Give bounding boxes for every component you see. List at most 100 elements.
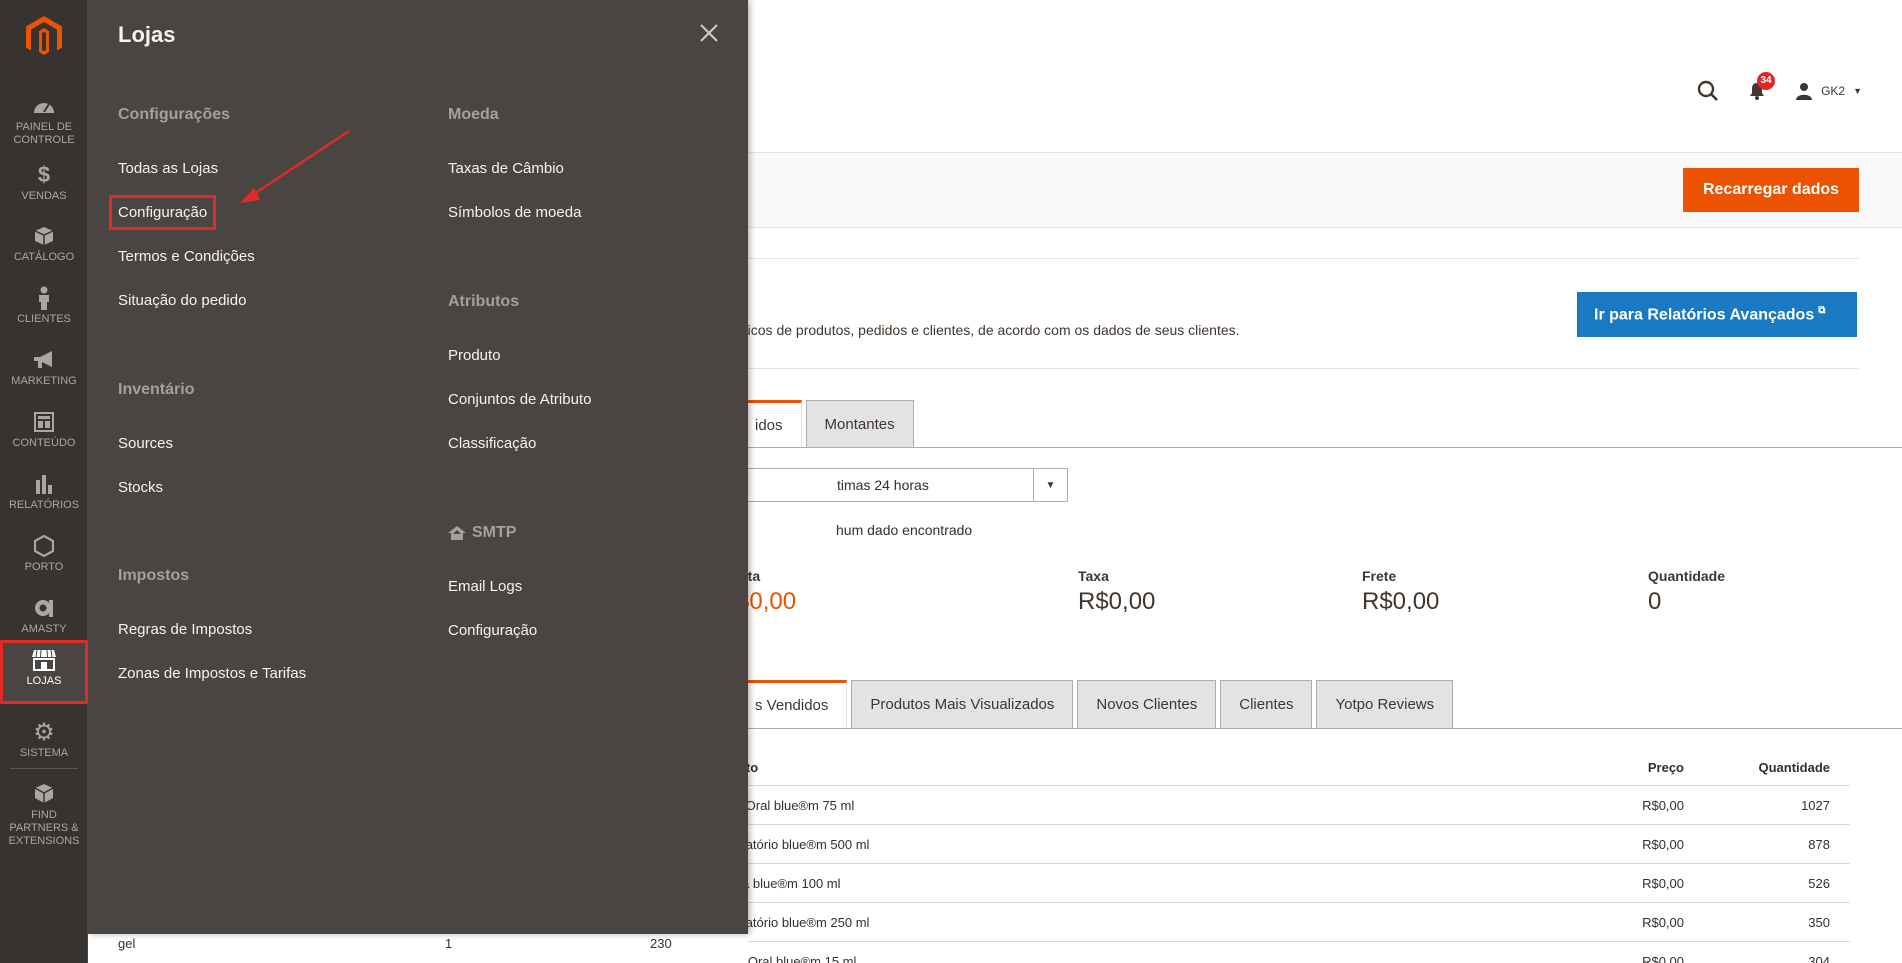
notification-count-badge: 34 — [1757, 72, 1776, 90]
submenu-title: Lojas — [118, 22, 176, 47]
smtp-house-icon — [448, 525, 466, 540]
link-smtp-configuracao[interactable]: Configuração — [448, 622, 537, 639]
link-configuracao[interactable]: Configuração — [108, 195, 217, 230]
sidebar-item-catalogo[interactable]: CATÁLOGO — [0, 216, 88, 278]
total-label: Frete — [1362, 568, 1397, 584]
cell-quantity: 1027 — [1801, 797, 1830, 813]
link-zonas-de-impostos-e-tarifas[interactable]: Zonas de Impostos e Tarifas — [118, 665, 306, 682]
link-situacao-do-pedido[interactable]: Situação do pedido — [118, 292, 246, 309]
sidebar-item-relatorios[interactable]: RELATÓRIOS — [0, 464, 88, 526]
sidebar-item-vendas[interactable]: $ VENDAS — [0, 155, 88, 217]
amasty-icon — [31, 596, 57, 620]
sidebar-item-marketing[interactable]: MARKETING — [0, 340, 88, 402]
layout-icon — [31, 410, 57, 434]
sidebar-item-dashboard[interactable]: PAINEL DE CONTROLE — [0, 86, 88, 148]
dollar-icon: $ — [37, 162, 51, 187]
sidebar-item-lojas[interactable]: LOJAS — [0, 640, 88, 704]
table-row[interactable]: me Oral blue®m 75 ml R$0,00 1027 — [700, 786, 1850, 825]
cell-product: uma blue®m 100 ml — [724, 875, 841, 891]
reload-data-button[interactable]: Recarregar dados — [1683, 168, 1859, 212]
tab-bestsellers[interactable]: s Vendidos — [736, 680, 848, 728]
link-simbolos-de-moeda[interactable]: Símbolos de moeda — [448, 204, 581, 221]
link-todas-as-lojas[interactable]: Todas as Lojas — [118, 160, 218, 177]
search-icon[interactable] — [1697, 80, 1719, 102]
lojas-submenu-panel: Lojas Configurações Todas as Lojas Confi… — [88, 0, 748, 934]
sidebar-item-label: VENDAS — [21, 190, 67, 202]
cell-product: Gel Oral blue®m 15 ml — [724, 953, 857, 963]
link-termos-e-condicoes[interactable]: Termos e Condições — [118, 248, 255, 265]
cell-value: 230 — [650, 936, 672, 951]
table-row[interactable]: uma blue®m 100 ml R$0,00 526 — [700, 864, 1850, 903]
grid-tabs: s Vendidos Produtos Mais Visualizados No… — [736, 680, 1454, 728]
cell-quantity: 526 — [1808, 875, 1830, 891]
table-row[interactable]: aguatório blue®m 250 ml R$0,00 350 — [700, 903, 1850, 942]
user-icon — [1796, 83, 1813, 100]
notifications-bell-icon[interactable]: 34 — [1747, 72, 1776, 101]
sidebar-item-porto[interactable]: PORTO — [0, 526, 88, 588]
dashboard-totals: eita $0,00 Taxa R$0,00 Frete R$0,00 Quan… — [736, 568, 1902, 628]
tab-most-viewed[interactable]: Produtos Mais Visualizados — [851, 680, 1074, 728]
col-product: duto — [700, 760, 1550, 775]
bar-chart-icon — [31, 472, 57, 496]
link-sources[interactable]: Sources — [118, 435, 173, 452]
link-email-logs[interactable]: Email Logs — [448, 578, 522, 595]
user-account-menu[interactable]: GK2 ▼ — [1795, 82, 1862, 100]
sidebar-item-label: PAINEL DE CONTROLE — [13, 121, 75, 146]
cell-count: 1 — [445, 936, 453, 951]
group-heading-smtp: SMTP — [448, 524, 516, 542]
box-icon — [31, 224, 57, 248]
cell-quantity: 878 — [1808, 836, 1830, 852]
total-value: R$0,00 — [1362, 588, 1440, 615]
sidebar-item-label: CATÁLOGO — [13, 251, 75, 263]
smtp-heading-label: SMTP — [472, 524, 517, 541]
close-icon[interactable] — [697, 21, 721, 45]
period-select-value: timas 24 horas — [837, 477, 929, 493]
external-link-icon: ⧉ — [1818, 304, 1826, 316]
group-heading-impostos: Impostos — [118, 567, 190, 584]
cell-price: R$0,00 — [1642, 836, 1684, 852]
no-data-message: hum dado encontrado — [836, 522, 973, 538]
cell-price: R$0,00 — [1642, 797, 1684, 813]
tab-yotpo-reviews[interactable]: Yotpo Reviews — [1316, 680, 1454, 728]
tab-customers[interactable]: Clientes — [1220, 680, 1313, 728]
cell-price: R$0,00 — [1642, 875, 1684, 891]
advanced-reporting-text: micos de produtos, pedidos e clientes, d… — [736, 322, 1240, 338]
sidebar-item-clientes[interactable]: CLIENTES — [0, 278, 88, 340]
table-row[interactable]: Gel Oral blue®m 15 ml R$0,00 304 — [700, 942, 1850, 963]
total-value: R$0,00 — [1078, 588, 1156, 615]
advanced-reports-button[interactable]: Ir para Relatórios Avançados ⧉ — [1577, 292, 1857, 337]
link-stocks[interactable]: Stocks — [118, 479, 163, 496]
store-icon — [31, 648, 57, 672]
period-select[interactable]: timas 24 horas ▼ — [736, 468, 1068, 502]
sidebar-item-label: LOJAS — [26, 675, 62, 687]
col-quantity: Quantidade — [1758, 760, 1830, 775]
sidebar-item-conteudo[interactable]: CONTEÚDO — [0, 402, 88, 464]
link-produto[interactable]: Produto — [448, 347, 501, 364]
sidebar-item-label: SISTEMA — [19, 747, 69, 759]
tabs-divider — [736, 447, 1902, 448]
magento-logo[interactable] — [0, 0, 87, 78]
tab-new-customers[interactable]: Novos Clientes — [1077, 680, 1217, 728]
link-taxas-de-cambio[interactable]: Taxas de Câmbio — [448, 160, 564, 177]
header-actions: 34 GK2 ▼ — [1697, 72, 1862, 102]
user-name: GK2 — [1821, 84, 1846, 98]
cell-price: R$0,00 — [1642, 914, 1684, 930]
link-regras-de-impostos[interactable]: Regras de Impostos — [118, 621, 252, 638]
total-quantity: Quantidade 0 — [1648, 568, 1725, 616]
bestsellers-grid: duto Preço Quantidade me Oral blue®m 75 … — [700, 750, 1850, 963]
tab-amounts[interactable]: Montantes — [805, 400, 914, 448]
link-classificacao[interactable]: Classificação — [448, 435, 536, 452]
sidebar-item-label: CONTEÚDO — [12, 437, 76, 449]
caret-down-icon: ▼ — [1853, 86, 1862, 96]
hexagon-icon — [31, 534, 57, 558]
select-arrow-icon[interactable]: ▼ — [1033, 469, 1067, 501]
cubes-icon — [31, 782, 57, 806]
table-row[interactable]: aguatório blue®m 500 ml R$0,00 878 — [700, 825, 1850, 864]
sidebar-item-find-partners[interactable]: FIND PARTNERS & EXTENSIONS — [0, 774, 88, 848]
total-tax: Taxa R$0,00 — [1078, 568, 1155, 616]
sidebar-item-sistema[interactable]: ⚙ SISTEMA — [0, 712, 88, 774]
sidebar-item-label: PORTO — [24, 561, 64, 573]
link-conjuntos-de-atributo[interactable]: Conjuntos de Atributo — [448, 391, 591, 408]
cell-quantity: 350 — [1808, 914, 1830, 930]
advanced-reports-label: Ir para Relatórios Avançados — [1594, 306, 1815, 324]
